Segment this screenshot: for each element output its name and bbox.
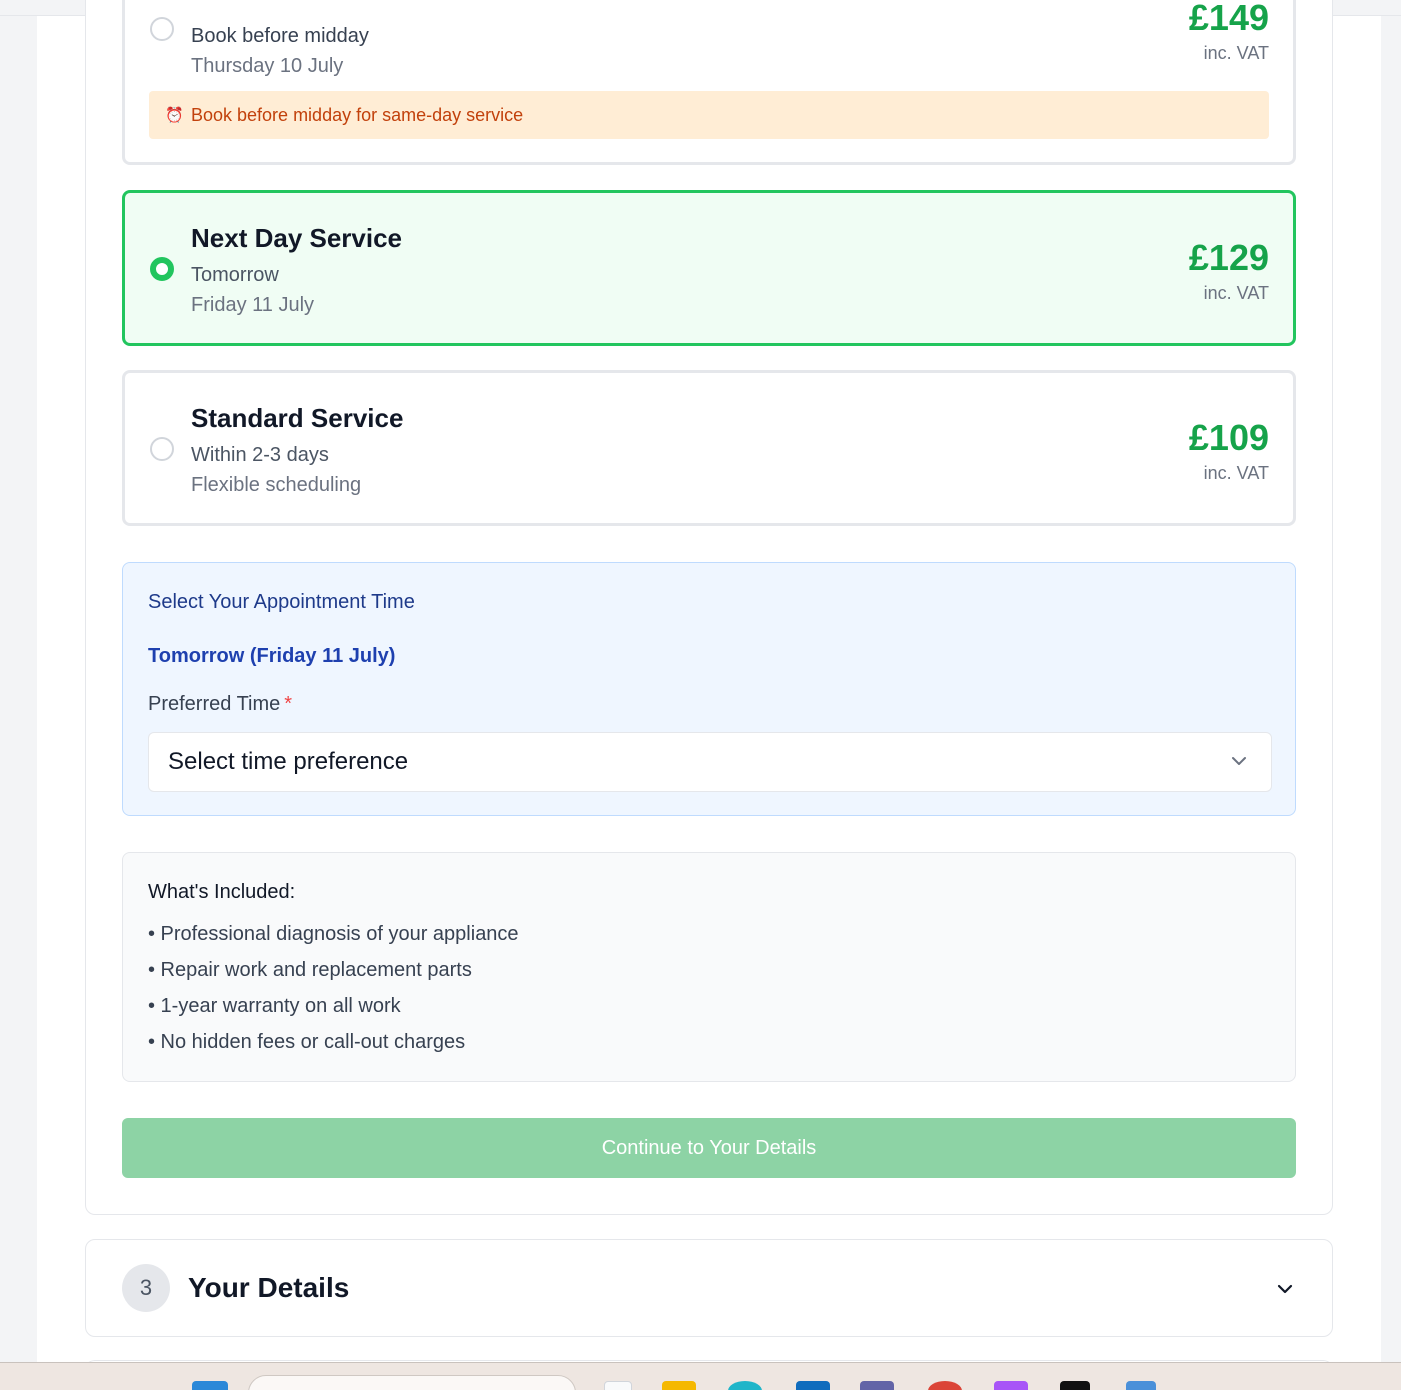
- included-item: • 1-year warranty on all work: [148, 995, 401, 1017]
- outlook-icon[interactable]: [796, 1381, 830, 1390]
- chevron-down-icon[interactable]: [1274, 1278, 1296, 1300]
- same-day-notice: ⏰ Book before midday for same-day servic…: [149, 91, 1269, 139]
- included-title: What's Included:: [148, 881, 296, 903]
- same-day-service-option[interactable]: Book before midday Thursday 10 July £149…: [122, 0, 1296, 165]
- preferred-time-label: Preferred Time *: [148, 693, 292, 716]
- standard-price: £109: [1188, 417, 1269, 458]
- same-day-vat: inc. VAT: [1203, 43, 1269, 63]
- file-icon[interactable]: [604, 1381, 632, 1390]
- appointment-date: Tomorrow (Friday 11 July): [148, 645, 396, 667]
- next-day-price: £129: [1188, 237, 1269, 278]
- required-asterisk: *: [284, 693, 293, 715]
- preferred-time-select[interactable]: Select time preference: [148, 732, 1272, 792]
- same-day-notice-text: Book before midday for same-day service: [191, 104, 524, 125]
- same-day-radio[interactable]: [150, 17, 174, 41]
- included-item: • No hidden fees or call-out charges: [148, 1031, 466, 1053]
- standard-radio[interactable]: [150, 437, 174, 461]
- appointment-time-panel: Select Your Appointment Time Tomorrow (F…: [122, 562, 1296, 816]
- next-day-vat: inc. VAT: [1203, 283, 1269, 303]
- standard-line1: Within 2-3 days: [191, 444, 329, 466]
- windows-taskbar: [0, 1362, 1401, 1390]
- preferred-time-label-text: Preferred Time: [148, 693, 281, 715]
- appointment-title: Select Your Appointment Time: [148, 591, 415, 613]
- standard-scheduling: Flexible scheduling: [191, 474, 362, 496]
- next-day-radio[interactable]: [150, 257, 174, 281]
- terminal-icon[interactable]: [1060, 1381, 1090, 1390]
- your-details-step-header[interactable]: 3 Your Details: [85, 1239, 1333, 1337]
- alarm-clock-icon: ⏰: [165, 107, 184, 124]
- same-day-date: Thursday 10 July: [191, 55, 344, 77]
- standard-title: Standard Service: [191, 403, 404, 433]
- continue-to-details-button[interactable]: Continue to Your Details: [122, 1118, 1296, 1178]
- edge-icon[interactable]: [728, 1381, 762, 1390]
- same-day-price: £149: [1188, 0, 1269, 38]
- folder-icon[interactable]: [662, 1381, 696, 1390]
- chrome-icon[interactable]: [928, 1381, 962, 1390]
- next-day-service-option[interactable]: Next Day Service Tomorrow Friday 11 July…: [122, 190, 1296, 346]
- same-day-line1: Book before midday: [191, 25, 369, 47]
- taskbar-search-box[interactable]: [248, 1375, 576, 1390]
- step-number-badge: 3: [122, 1264, 170, 1312]
- standard-vat: inc. VAT: [1203, 463, 1269, 483]
- app-icon[interactable]: [994, 1381, 1028, 1390]
- next-day-date: Friday 11 July: [191, 294, 315, 316]
- included-item: • Repair work and replacement parts: [148, 959, 472, 981]
- next-day-title: Next Day Service: [191, 223, 403, 253]
- teams-icon[interactable]: [860, 1381, 894, 1390]
- preferred-time-select-value: Select time preference: [168, 748, 409, 775]
- whats-included-box: What's Included: • Professional diagnosi…: [122, 852, 1296, 1082]
- chevron-down-icon: [1232, 757, 1246, 765]
- included-item: • Professional diagnosis of your applian…: [148, 923, 519, 945]
- next-day-line1: Tomorrow: [191, 264, 279, 286]
- standard-service-option[interactable]: Standard Service Within 2-3 days Flexibl…: [122, 370, 1296, 526]
- calendar-icon[interactable]: [1126, 1381, 1156, 1390]
- windows-start-icon[interactable]: [192, 1381, 228, 1390]
- your-details-title: Your Details: [188, 1272, 350, 1303]
